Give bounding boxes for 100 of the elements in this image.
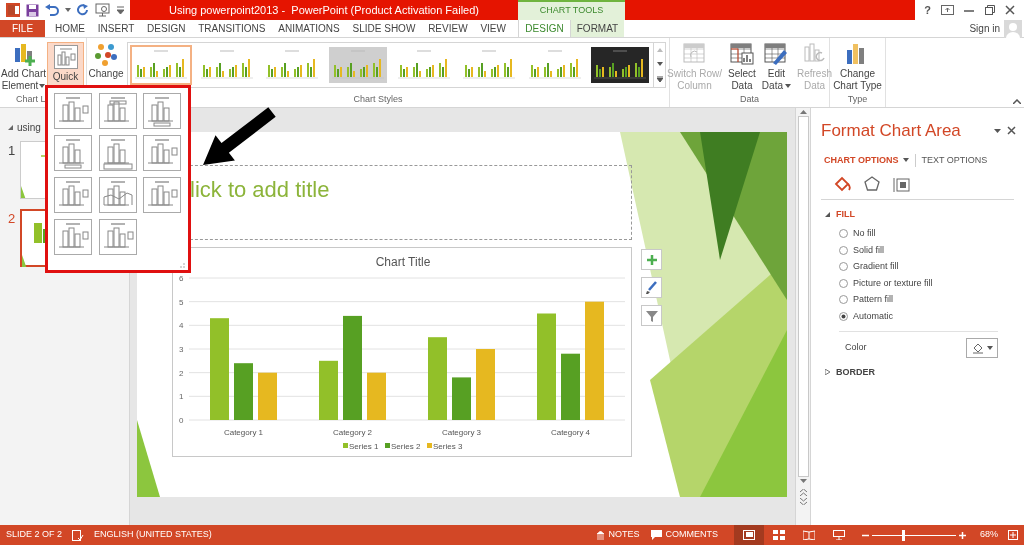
layout-option[interactable] xyxy=(54,219,92,255)
sign-in-link[interactable]: Sign in xyxy=(969,21,1000,36)
close-icon[interactable] xyxy=(1007,126,1016,136)
slider-thumb[interactable] xyxy=(902,529,906,541)
ribbon-tab[interactable]: HOME xyxy=(53,20,87,37)
close-icon[interactable] xyxy=(1004,5,1015,15)
ribbon-tab[interactable]: DESIGN xyxy=(518,20,571,37)
category-label: Category 4 xyxy=(550,428,591,437)
chart-style-option[interactable] xyxy=(589,45,652,85)
pane-tab[interactable]: TEXT OPTIONS xyxy=(914,153,988,167)
layout-option[interactable] xyxy=(54,177,92,213)
radio-button[interactable] xyxy=(839,311,848,321)
notes-button[interactable]: NOTES xyxy=(590,525,646,545)
chart-area[interactable]: Chart Title 0 1 2 3 4 5 6 Category 1 Category 2 Category 3 Category 4 Series 1 Series 2 Series 3 xyxy=(172,247,632,457)
window-title: Using powerpoint2013 - PowerPoint (Product Activation Failed) xyxy=(169,2,479,18)
file-tab[interactable]: FILE xyxy=(0,20,45,37)
ribbon-tab[interactable]: DESIGN xyxy=(145,20,188,37)
zoom-percentage[interactable]: 68% xyxy=(980,528,998,542)
ribbon-tab[interactable]: FORMAT xyxy=(571,20,624,37)
radio-button[interactable] xyxy=(839,262,848,272)
section-header[interactable]: FILL xyxy=(811,200,1024,228)
chart-title[interactable]: Chart Title xyxy=(375,255,431,269)
pane-tab[interactable]: CHART OPTIONS xyxy=(824,153,909,167)
layout-option[interactable] xyxy=(143,177,182,213)
collapse-triangle-icon[interactable] xyxy=(8,125,13,130)
caret-icon xyxy=(39,84,46,88)
next-slide-icon[interactable] xyxy=(799,498,807,505)
pentagon-icon[interactable] xyxy=(863,175,881,193)
resize-grip-icon xyxy=(180,263,185,268)
more-icon[interactable] xyxy=(656,76,663,82)
radio-button[interactable] xyxy=(839,295,848,305)
scroll-down-icon[interactable] xyxy=(656,62,663,66)
slide-sorter-icon xyxy=(773,530,785,540)
size-properties-icon[interactable] xyxy=(893,175,911,193)
section-name[interactable]: using xyxy=(17,120,41,135)
help-button[interactable]: ? xyxy=(924,1,931,19)
ribbon-tab[interactable]: REVIEW xyxy=(426,20,470,37)
legend-label: Series 1 xyxy=(349,441,379,451)
legend-swatch xyxy=(385,443,390,448)
chart-styles-button[interactable] xyxy=(641,277,662,298)
restore-icon[interactable] xyxy=(984,5,995,15)
presentation-icon[interactable] xyxy=(95,3,111,17)
caret-icon xyxy=(986,345,993,350)
ribbon-tab[interactable]: SLIDE SHOW xyxy=(350,20,418,37)
spelling-icon[interactable] xyxy=(72,529,85,541)
undo-icon[interactable] xyxy=(45,4,59,16)
layout-option[interactable] xyxy=(54,135,92,171)
paint-bucket-icon[interactable] xyxy=(833,175,851,193)
table-chart-icon xyxy=(729,42,754,66)
fit-to-window-icon[interactable] xyxy=(1008,530,1018,540)
slide-counter[interactable]: SLIDE 2 OF 2 xyxy=(0,528,73,542)
layout-option[interactable] xyxy=(54,93,92,129)
comments-button[interactable]: COMMENTS xyxy=(645,525,724,545)
save-icon[interactable] xyxy=(26,3,39,17)
caret-icon xyxy=(902,158,909,163)
layout-option[interactable] xyxy=(98,219,137,255)
language-indicator[interactable]: ENGLISH (UNITED STATES) xyxy=(94,528,212,542)
bar xyxy=(234,363,253,420)
layout-option[interactable] xyxy=(98,93,137,129)
radio-button[interactable] xyxy=(839,229,848,239)
add-chart-element-button[interactable]: Add Chart Element xyxy=(0,42,47,92)
ribbon-display-icon[interactable] xyxy=(941,5,955,15)
layout-option[interactable] xyxy=(98,177,137,213)
ribbon-command[interactable]: Edit Data xyxy=(758,42,794,92)
option-label: Pattern fill xyxy=(853,293,894,306)
bar xyxy=(561,353,580,420)
radio-button[interactable] xyxy=(839,245,848,255)
ribbon-tab[interactable]: TRANSITIONS xyxy=(196,20,268,37)
ribbon-tab[interactable]: ANIMATIONS xyxy=(276,20,342,37)
color-picker-button[interactable] xyxy=(966,337,998,358)
chart-elements-button[interactable] xyxy=(641,249,662,270)
caret-icon xyxy=(65,8,71,12)
layout-option[interactable] xyxy=(143,135,182,171)
scroll-up-icon[interactable] xyxy=(799,110,807,114)
normal-view-icon xyxy=(743,530,755,540)
ribbon-command[interactable]: Select Data xyxy=(725,42,759,92)
view-button[interactable] xyxy=(734,525,764,545)
pane-options-icon[interactable] xyxy=(994,128,1001,133)
app-logo[interactable] xyxy=(6,3,20,17)
previous-slide-icon[interactable] xyxy=(799,489,807,496)
customize-icon[interactable] xyxy=(117,6,124,14)
radio-button[interactable] xyxy=(839,278,848,288)
zoom-slider[interactable] xyxy=(872,529,956,541)
ribbon-tab[interactable]: VIEW xyxy=(478,20,508,37)
color-dots-icon xyxy=(94,42,118,66)
layout-option[interactable] xyxy=(98,135,137,171)
scrollbar-thumb[interactable] xyxy=(797,116,809,477)
zoom-in-icon[interactable] xyxy=(959,531,966,539)
section-header[interactable]: BORDER xyxy=(811,357,1024,385)
caret-icon xyxy=(784,84,791,88)
axis-label: 0 xyxy=(179,416,184,425)
bar xyxy=(258,372,277,420)
scroll-down-icon[interactable] xyxy=(799,479,807,483)
change-colors-button[interactable]: Change xyxy=(87,42,125,80)
chart-filters-button[interactable] xyxy=(641,305,662,326)
ribbon-tab[interactable]: INSERT xyxy=(95,20,137,37)
slide-show-icon xyxy=(833,530,845,540)
redo-icon[interactable] xyxy=(77,4,89,16)
collapse-ribbon-icon[interactable] xyxy=(1013,99,1021,104)
layout-option[interactable] xyxy=(143,93,182,129)
